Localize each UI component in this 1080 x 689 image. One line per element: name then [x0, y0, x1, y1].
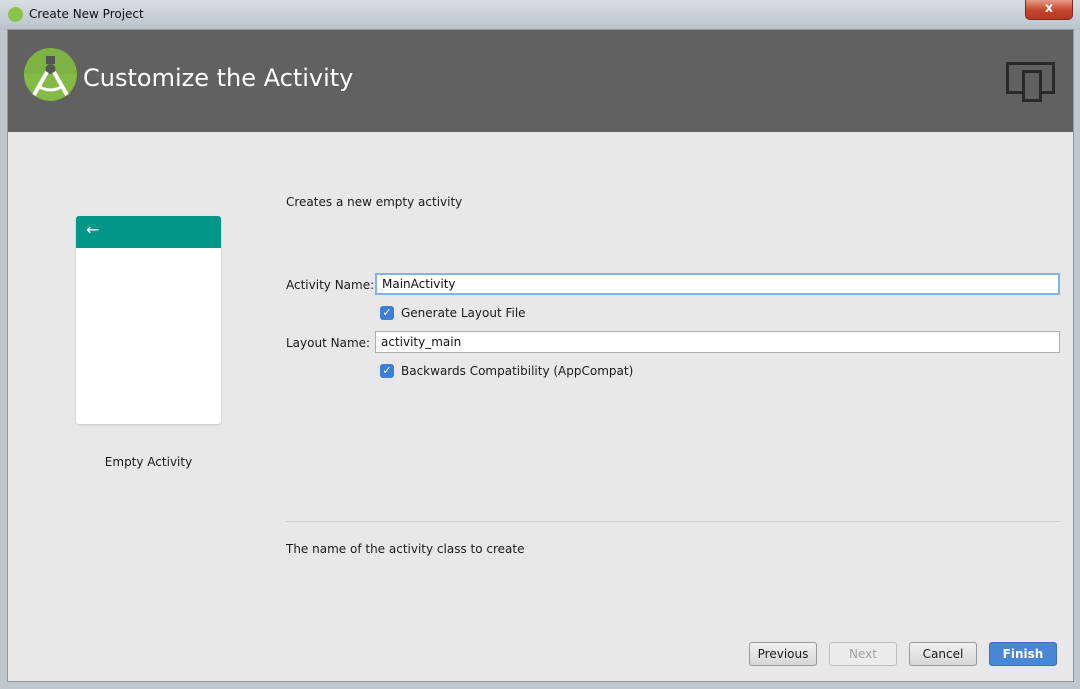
divider	[286, 521, 1060, 522]
preview-toolbar: ←	[76, 216, 221, 248]
activity-name-label: Activity Name:	[286, 278, 375, 292]
android-studio-icon	[8, 7, 23, 22]
close-button[interactable]: x	[1025, 0, 1073, 20]
appcompat-checkbox[interactable]: ✓ Backwards Compatibility (AppCompat)	[380, 364, 633, 378]
android-studio-logo-icon	[24, 48, 77, 101]
next-button[interactable]: Next	[829, 642, 897, 666]
cancel-button[interactable]: Cancel	[909, 642, 977, 666]
checkbox-checked-icon: ✓	[380, 364, 394, 378]
generate-layout-checkbox[interactable]: ✓ Generate Layout File	[380, 306, 526, 320]
dialog-content: Customize the Activity ← Empty Activity …	[7, 29, 1074, 682]
finish-button[interactable]: Finish	[989, 642, 1057, 666]
activity-name-input[interactable]	[375, 273, 1060, 295]
template-caption: Empty Activity	[104, 455, 193, 469]
activity-preview: ←	[76, 216, 221, 424]
layout-name-input[interactable]	[375, 331, 1060, 353]
back-arrow-icon: ←	[86, 220, 100, 239]
page-title: Customize the Activity	[83, 64, 354, 92]
appcompat-label: Backwards Compatibility (AppCompat)	[401, 364, 634, 378]
template-description: Creates a new empty activity	[286, 195, 463, 209]
title-bar: Create New Project x	[0, 0, 1080, 30]
wizard-header: Customize the Activity	[8, 30, 1073, 132]
previous-button[interactable]: Previous	[749, 642, 817, 666]
window-title: Create New Project	[29, 7, 144, 21]
generate-layout-label: Generate Layout File	[401, 306, 526, 320]
checkbox-checked-icon: ✓	[380, 306, 394, 320]
layout-name-label: Layout Name:	[286, 336, 371, 350]
device-form-factor-icon	[1006, 62, 1055, 102]
help-text: The name of the activity class to create	[286, 542, 525, 556]
